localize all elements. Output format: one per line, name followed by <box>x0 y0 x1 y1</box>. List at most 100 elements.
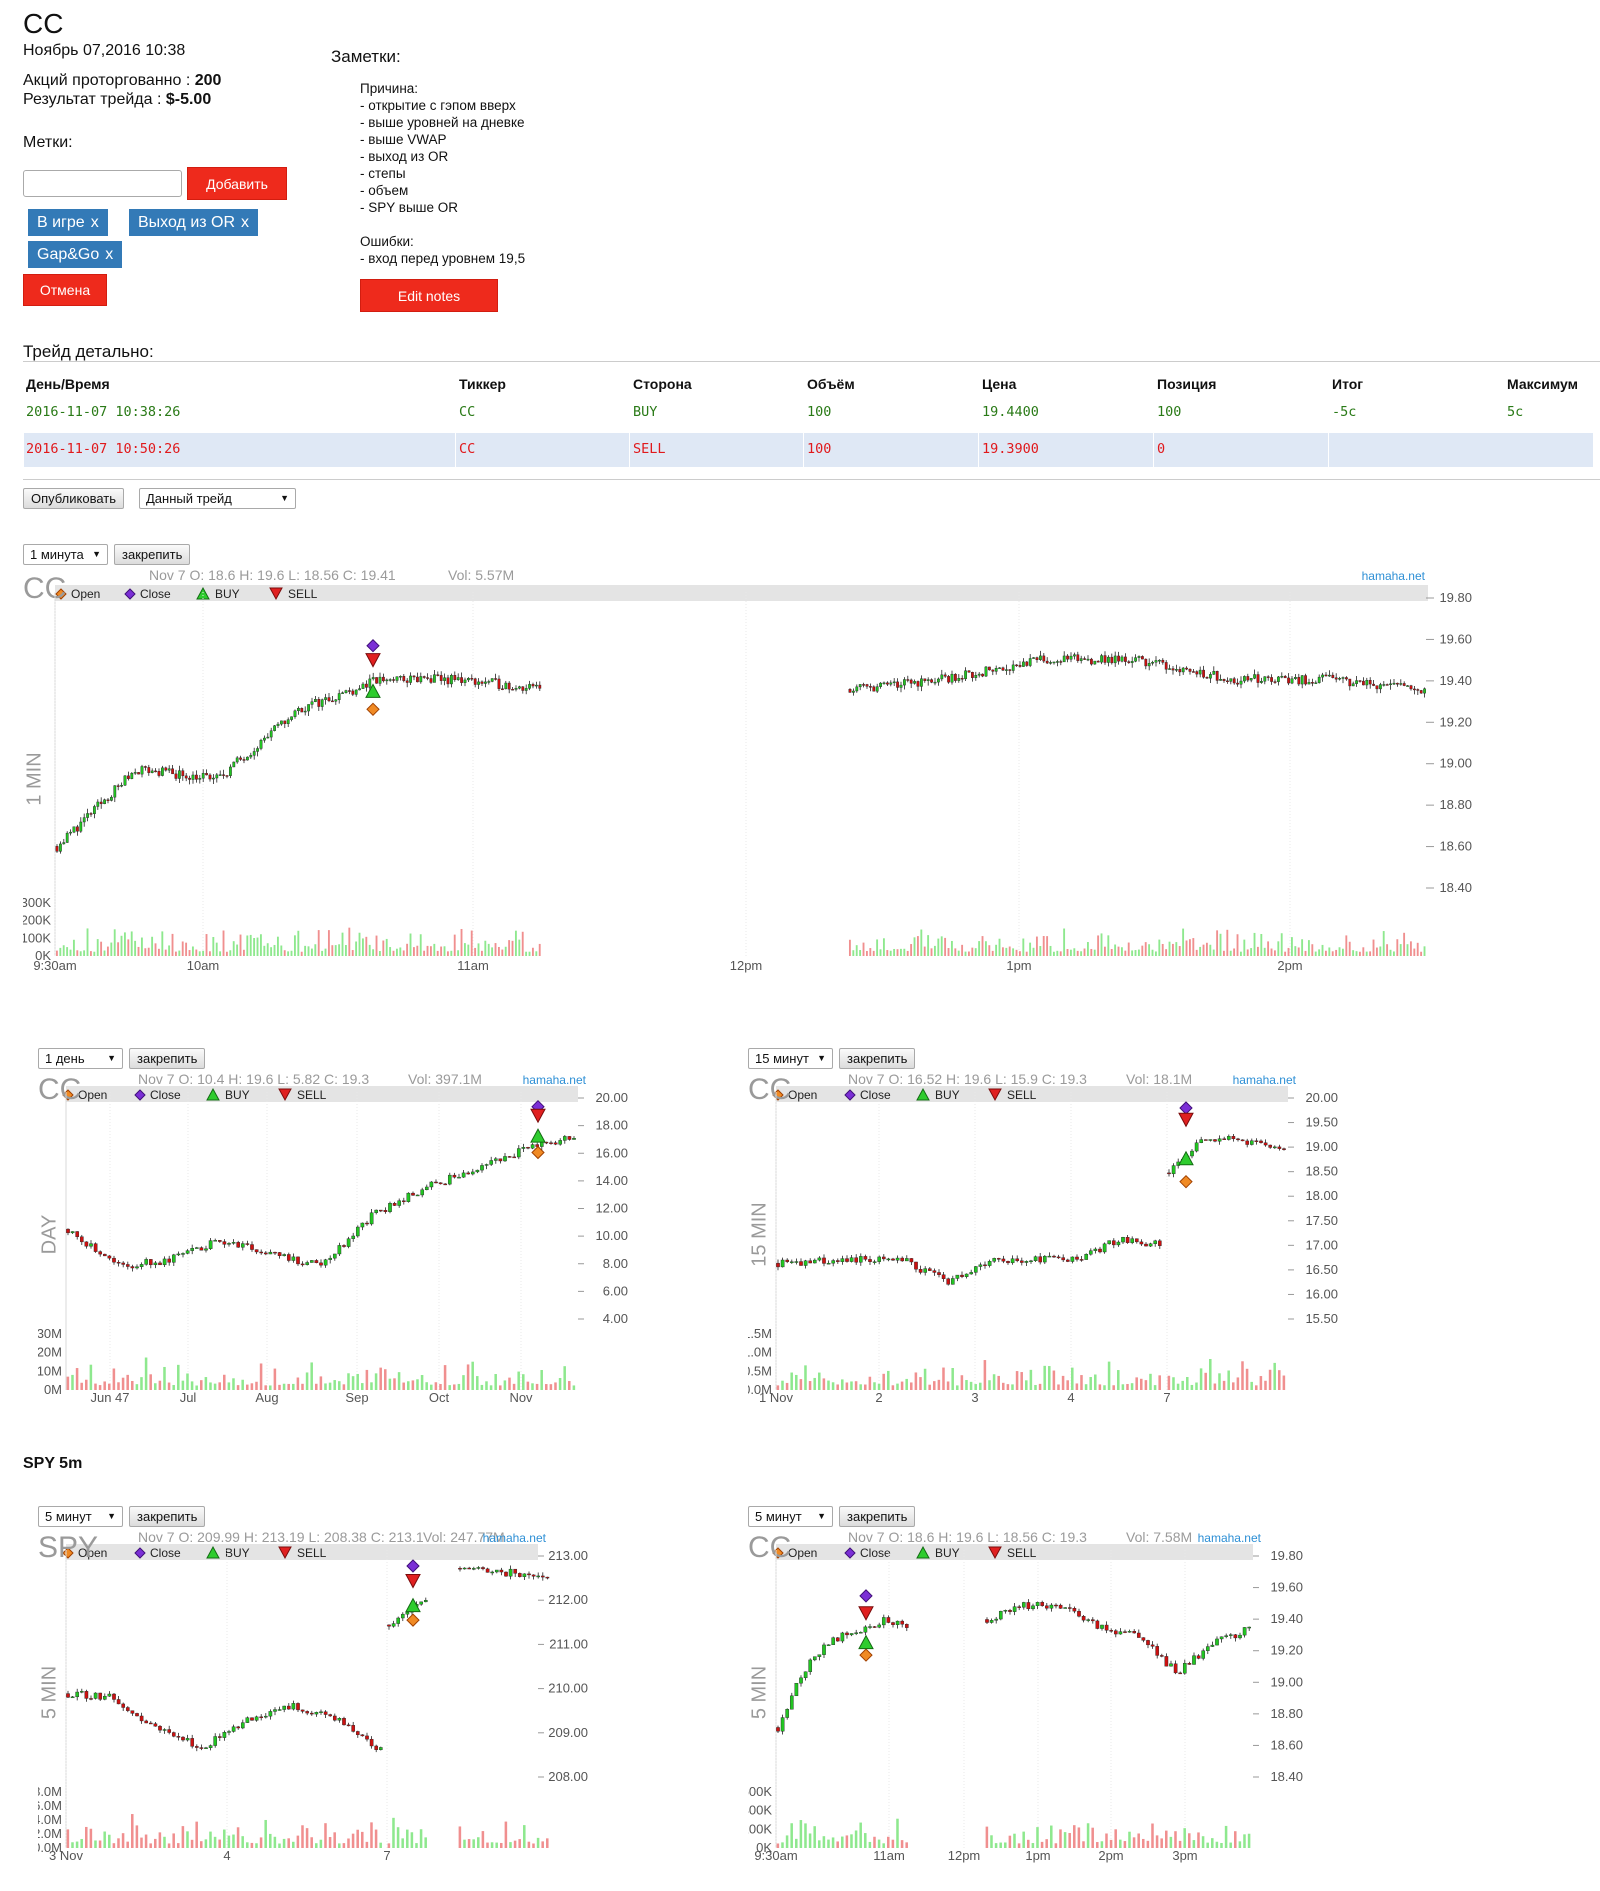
add-tag-button[interactable]: Добавить <box>187 167 287 200</box>
note-line: Причина: <box>360 81 419 96</box>
volume-bar <box>504 1821 508 1848</box>
sell-marker <box>858 1606 874 1621</box>
volume-bar <box>899 948 902 956</box>
volume-bar <box>287 1383 290 1390</box>
volume-bar <box>147 947 150 956</box>
candle-body <box>107 1255 112 1259</box>
volume-bar <box>1075 1383 1079 1390</box>
volume-bar <box>246 935 249 956</box>
volume-bar <box>127 939 130 956</box>
candle-body <box>507 1156 512 1158</box>
note-line: - открытие с гэпом вверх <box>360 98 516 113</box>
candle-body <box>65 832 69 843</box>
volume-bar <box>1212 949 1215 956</box>
remove-tag-icon[interactable]: x <box>241 214 249 231</box>
candle-body <box>154 770 157 773</box>
volume-bar <box>1282 1375 1286 1390</box>
volume-bar <box>916 936 919 956</box>
volume-bar <box>1083 948 1086 956</box>
candle-body <box>399 676 402 678</box>
candle-body <box>199 1747 204 1749</box>
volume-bar <box>1190 1384 1194 1390</box>
candle-body <box>388 1203 392 1212</box>
volume-bar <box>477 943 480 956</box>
candle-body <box>120 784 123 787</box>
candle-body <box>361 683 365 689</box>
volume-bar <box>276 936 279 956</box>
volume-bar <box>1038 1383 1042 1390</box>
remove-tag-icon[interactable]: x <box>105 246 113 263</box>
edit-notes-button[interactable]: Edit notes <box>360 279 498 312</box>
pin-button[interactable]: закрепить <box>839 1048 916 1069</box>
candle-body <box>1294 677 1297 679</box>
legend-sell: SELL <box>297 1088 327 1102</box>
tag-chip[interactable]: Выход из OR x <box>129 209 259 236</box>
volume-bar <box>1314 951 1317 956</box>
volume-bar <box>1120 947 1123 956</box>
volume-bar <box>480 1384 484 1390</box>
volume-bar <box>862 942 865 956</box>
volume-bar <box>397 1372 401 1390</box>
tag-chip[interactable]: Gap&Go x <box>28 241 123 268</box>
interval-select[interactable]: 5 минут ▼ <box>38 1506 123 1527</box>
candle-body <box>1413 688 1416 691</box>
volume-bar <box>947 948 950 956</box>
candle-body <box>1222 1138 1227 1140</box>
candle-body <box>276 723 280 726</box>
publish-button[interactable]: Опубликовать <box>23 488 125 509</box>
pin-button[interactable]: закрепить <box>129 1506 206 1527</box>
interval-select[interactable]: 1 день ▼ <box>38 1048 123 1069</box>
volume-bar <box>1127 942 1130 956</box>
volume-bar <box>149 1374 152 1390</box>
volume-bar <box>933 945 936 956</box>
candle-body <box>992 1258 997 1262</box>
candle-body <box>236 1726 241 1729</box>
candle-body <box>305 1711 310 1714</box>
vol-tick-label: 6.0M <box>38 1798 62 1813</box>
volume-bar <box>896 1818 899 1848</box>
volume-bar <box>1165 1830 1168 1848</box>
volume-bar <box>331 945 334 956</box>
candle-body <box>1249 678 1253 681</box>
sell-marker <box>405 1574 421 1589</box>
tag-chip[interactable]: В игре x <box>28 209 108 236</box>
interval-select[interactable]: 15 минут ▼ <box>748 1048 833 1069</box>
volume-bar <box>406 943 409 956</box>
publish-scope-select[interactable]: Данный трейд ▼ <box>139 488 296 509</box>
interval-select[interactable]: 1 минута ▼ <box>23 544 108 565</box>
pin-button[interactable]: закрепить <box>114 544 191 565</box>
candle-body <box>852 690 855 693</box>
remove-tag-icon[interactable]: x <box>91 214 99 231</box>
candle-body <box>1054 1604 1058 1607</box>
candle-body <box>66 1693 70 1698</box>
tag-input[interactable] <box>23 170 182 197</box>
candle-body <box>531 1574 536 1577</box>
candle-body <box>1167 1172 1171 1175</box>
volume-bar <box>1392 951 1395 956</box>
volume-bar <box>1331 951 1334 956</box>
candle-body <box>1178 1672 1183 1675</box>
candle-body <box>780 1259 785 1268</box>
candle-body <box>1047 1255 1052 1258</box>
pin-button[interactable]: закрепить <box>129 1048 206 1069</box>
candle-body <box>926 679 930 681</box>
volume-bar <box>845 1835 849 1848</box>
candle-body <box>967 670 971 673</box>
candle-body <box>1077 1610 1081 1617</box>
candle-body <box>231 1242 236 1244</box>
y-tick-label: 19.00 <box>1270 1674 1303 1689</box>
cancel-button[interactable]: Отмена <box>23 274 107 306</box>
candle-body <box>157 771 161 776</box>
y-tick-label: 19.80 <box>1439 590 1472 605</box>
pin-button[interactable]: закрепить <box>839 1506 916 1527</box>
volume-bar <box>1341 948 1344 956</box>
volume-bar <box>790 1372 793 1390</box>
x-tick-label: Sep <box>345 1390 368 1405</box>
vol-tick-label: 300K <box>23 895 51 910</box>
volume-bar <box>1063 1832 1067 1848</box>
volume-bar <box>1270 948 1273 956</box>
candle-body <box>1008 1610 1012 1612</box>
x-tick-label: 1pm <box>1006 958 1031 973</box>
interval-select[interactable]: 5 минут ▼ <box>748 1506 833 1527</box>
candle-body <box>116 1699 121 1705</box>
